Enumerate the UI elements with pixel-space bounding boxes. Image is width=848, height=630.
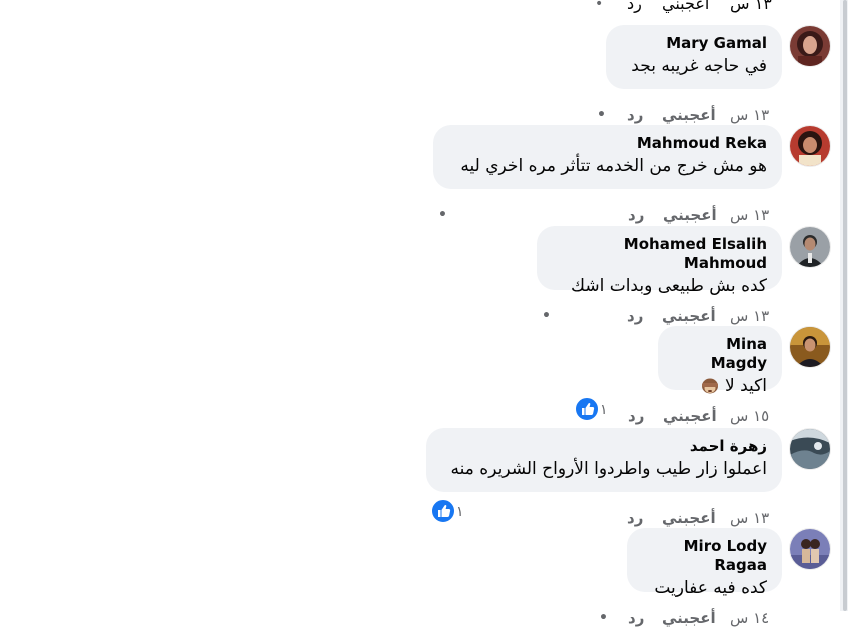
like-button[interactable]: أعجبني [662,105,716,125]
previous-comment-actions: ١٣ س أعجبني رد • [0,0,848,14]
reaction-count: ١ [600,402,608,418]
comment-time[interactable]: ١٣ س [730,0,772,14]
like-reaction-icon [574,396,600,422]
comment-author[interactable]: زهرة احمد [441,437,767,456]
separator-dot: • [597,107,606,123]
comment-bubble: Mohamed Elsalih Mahmoud كده بش طبيعى وبد… [537,226,782,296]
comment: Mohamed Elsalih Mahmoud كده بش طبيعى وبد… [0,226,848,326]
avatar[interactable] [789,125,831,167]
comment: Mahmoud Reka هو مش خرج من الخدمه تتأثر م… [0,125,848,225]
like-button[interactable]: أعجبني [663,205,717,225]
avatar-image [790,227,830,267]
comment-author[interactable]: Mohamed Elsalih Mahmoud [552,235,767,273]
comment-actions: ١٣ س أعجبني رد • [0,203,848,227]
like-button[interactable]: أعجبني [662,508,716,528]
comment-time[interactable]: ١٣ س [730,105,769,125]
reply-button[interactable]: رد [628,608,644,628]
comment-time[interactable]: ١٣ س [730,508,769,528]
comment: زهرة احمد اعملوا زار طيب واطردوا الأرواح… [0,428,848,528]
reply-button[interactable]: رد [628,205,644,225]
reply-button[interactable]: رد [627,0,642,14]
like-reaction-icon [430,498,456,524]
comment-text: في حاجه غريبه بجد [631,56,767,76]
separator-dot: • [438,207,447,223]
comment-actions: ١٣ س أعجبني رد ١ [0,498,848,530]
avatar-image [790,126,830,166]
avatar-image [790,529,830,569]
comment-actions: ١٣ س أعجبني رد • [0,103,848,127]
comment-author[interactable]: Miro Lody Ragaa [642,537,767,575]
reply-button[interactable]: رد [627,306,643,326]
comment: Mary Gamal في حاجه غريبه بجد ١٣ س أعجبني… [0,25,848,125]
comment-time[interactable]: ١٣ س [730,205,769,225]
comment-text: اعملوا زار طيب واطردوا الأرواح الشريره م… [450,459,767,479]
comment-author[interactable]: Mina Magdy [673,335,767,373]
avatar-image [790,26,830,66]
separator-dot: • [599,610,608,626]
comment-text-content: اكيد لا [725,376,767,396]
comment-time[interactable]: ١٥ س [730,406,769,426]
reaction-count: ١ [456,504,464,520]
avatar[interactable] [789,226,831,268]
like-button[interactable]: أعجبني [663,406,717,426]
like-button[interactable]: أعجبني [662,0,709,14]
avatar[interactable] [789,428,831,470]
comment: Miro Lody Ragaa كده فيه عفاريت ١٤ س أعجب… [0,528,848,628]
reply-button[interactable]: رد [627,508,643,528]
comment-author[interactable]: Mahmoud Reka [448,134,767,153]
comment-bubble: Miro Lody Ragaa كده فيه عفاريت [627,528,782,598]
comment-text: اكيد لا [673,373,767,399]
comment-bubble: Mina Magdy اكيد لا [658,326,782,396]
avatar-image [790,327,830,367]
comment-actions: ١٣ س أعجبني رد • [0,304,848,328]
separator-dot: • [542,308,551,324]
comment-actions: ١٤ س أعجبني رد • [0,606,848,630]
comment-text: هو مش خرج من الخدمه تتأثر مره اخري ليه [460,156,767,176]
comment: Mina Magdy اكيد لا ١٥ س أعجبني رد ١ [0,326,848,426]
comment-time[interactable]: ١٣ س [730,306,769,326]
comment-bubble: Mary Gamal في حاجه غريبه بجد [606,25,782,89]
see-no-evil-monkey-icon [701,378,718,394]
like-button[interactable]: أعجبني [662,608,716,628]
avatar[interactable] [789,326,831,368]
comment-bubble: زهرة احمد اعملوا زار طيب واطردوا الأرواح… [426,428,782,492]
avatar-image [790,429,830,469]
comment-text: كده فيه عفاريت [654,578,767,598]
avatar[interactable] [789,25,831,67]
like-button[interactable]: أعجبني [662,306,716,326]
comment-author[interactable]: Mary Gamal [621,34,767,53]
comment-text: كده بش طبيعى وبدات اشك [571,276,767,296]
reply-button[interactable]: رد [627,105,643,125]
comment-time[interactable]: ١٤ س [730,608,769,628]
reply-button[interactable]: رد [628,406,644,426]
comment-bubble: Mahmoud Reka هو مش خرج من الخدمه تتأثر م… [433,125,782,189]
avatar[interactable] [789,528,831,570]
comment-actions: ١٥ س أعجبني رد ١ [0,396,848,428]
separator-dot: • [595,0,604,12]
